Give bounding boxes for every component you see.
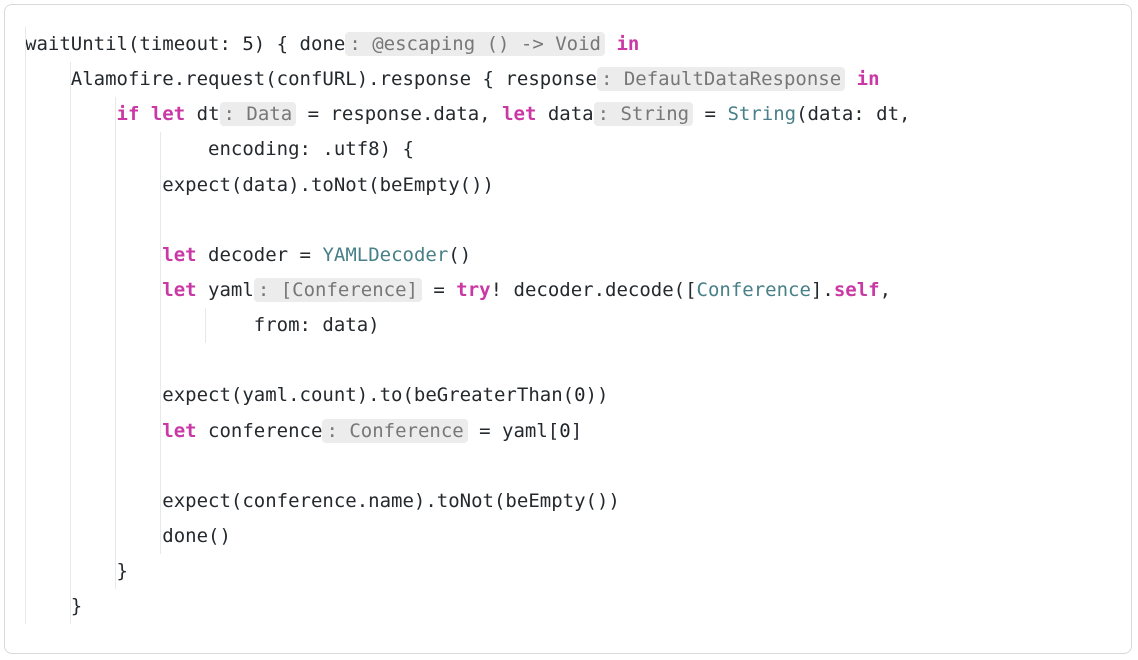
number-literal: 5	[242, 33, 253, 55]
type-hint: : [Conference]	[254, 278, 422, 302]
code-text: ].	[811, 279, 834, 301]
type-name: Conference	[697, 279, 811, 301]
number-literal: 0	[574, 384, 585, 406]
code-text: Alamofire.request(confURL).response { re…	[25, 68, 597, 90]
code-line[interactable]: from: data)	[25, 308, 1111, 343]
type-hint: : @escaping () -> Void	[345, 32, 605, 56]
code-text: dt	[185, 103, 219, 125]
code-line[interactable]: }	[25, 589, 1111, 624]
code-text: ]	[571, 420, 582, 442]
code-text	[25, 420, 162, 442]
code-line[interactable]: let conference: Conference = yaml[0]	[25, 414, 1111, 449]
code-text: conference	[197, 420, 323, 442]
code-editor-frame: waitUntil(timeout: 5) { done: @escaping …	[4, 4, 1132, 654]
code-text: }	[25, 560, 128, 582]
code-line[interactable]: }	[25, 554, 1111, 589]
code-text: ,	[880, 279, 891, 301]
code-text: encoding: .utf8) {	[25, 138, 414, 160]
code-line[interactable]: let decoder = YAMLDecoder()	[25, 238, 1111, 273]
code-text: ()	[448, 244, 471, 266]
code-line[interactable]: expect(conference.name).toNot(beEmpty())	[25, 484, 1111, 519]
code-line[interactable]	[25, 203, 1111, 238]
code-text: = response.data,	[296, 103, 502, 125]
keyword-self: self	[834, 279, 880, 301]
code-text: decoder =	[197, 244, 323, 266]
code-text: yaml	[197, 279, 254, 301]
code-text: from: data)	[25, 314, 380, 336]
code-line[interactable]	[25, 343, 1111, 378]
keyword-let: let	[151, 103, 185, 125]
code-text: =	[693, 103, 727, 125]
code-text: ) { done	[254, 33, 346, 55]
type-name: YAMLDecoder	[322, 244, 448, 266]
code-text	[25, 244, 162, 266]
keyword-let: let	[502, 103, 536, 125]
keyword-let: let	[162, 420, 196, 442]
code-text	[605, 33, 616, 55]
keyword-in: in	[616, 33, 639, 55]
type-hint: : Conference	[322, 419, 467, 443]
keyword-let: let	[162, 279, 196, 301]
keyword-in: in	[857, 68, 880, 90]
number-literal: 0	[559, 420, 570, 442]
code-text: ))	[586, 384, 609, 406]
code-line[interactable]: Alamofire.request(confURL).response { re…	[25, 62, 1111, 97]
code-line[interactable]: encoding: .utf8) {	[25, 132, 1111, 167]
code-line[interactable]: waitUntil(timeout: 5) { done: @escaping …	[25, 27, 1111, 62]
type-name: String	[727, 103, 796, 125]
code-line[interactable]: expect(data).toNot(beEmpty())	[25, 168, 1111, 203]
code-text	[25, 279, 162, 301]
keyword-try: try	[456, 279, 490, 301]
code-text: expect(yaml.count).to(beGreaterThan(	[25, 384, 574, 406]
code-text: ! decoder.decode([	[491, 279, 697, 301]
code-line[interactable]: let yaml: [Conference] = try! decoder.de…	[25, 273, 1111, 308]
code-text: done()	[25, 525, 231, 547]
code-line[interactable]: if let dt: Data = response.data, let dat…	[25, 97, 1111, 132]
code-text: = yaml[	[468, 420, 560, 442]
code-line[interactable]: done()	[25, 519, 1111, 554]
code-text: =	[422, 279, 456, 301]
code-text: }	[25, 595, 82, 617]
keyword-let: let	[162, 244, 196, 266]
type-hint: : String	[594, 102, 694, 126]
code-line[interactable]: expect(yaml.count).to(beGreaterThan(0))	[25, 378, 1111, 413]
code-text: expect(data).toNot(beEmpty())	[25, 174, 494, 196]
type-hint: : DefaultDataResponse	[597, 67, 845, 91]
code-text	[139, 103, 150, 125]
code-line[interactable]	[25, 449, 1111, 484]
code-text: (data: dt,	[796, 103, 910, 125]
code-text: waitUntil(timeout:	[25, 33, 242, 55]
keyword-if: if	[117, 103, 140, 125]
type-hint: : Data	[220, 102, 297, 126]
code-text	[845, 68, 856, 90]
code-text: data	[536, 103, 593, 125]
